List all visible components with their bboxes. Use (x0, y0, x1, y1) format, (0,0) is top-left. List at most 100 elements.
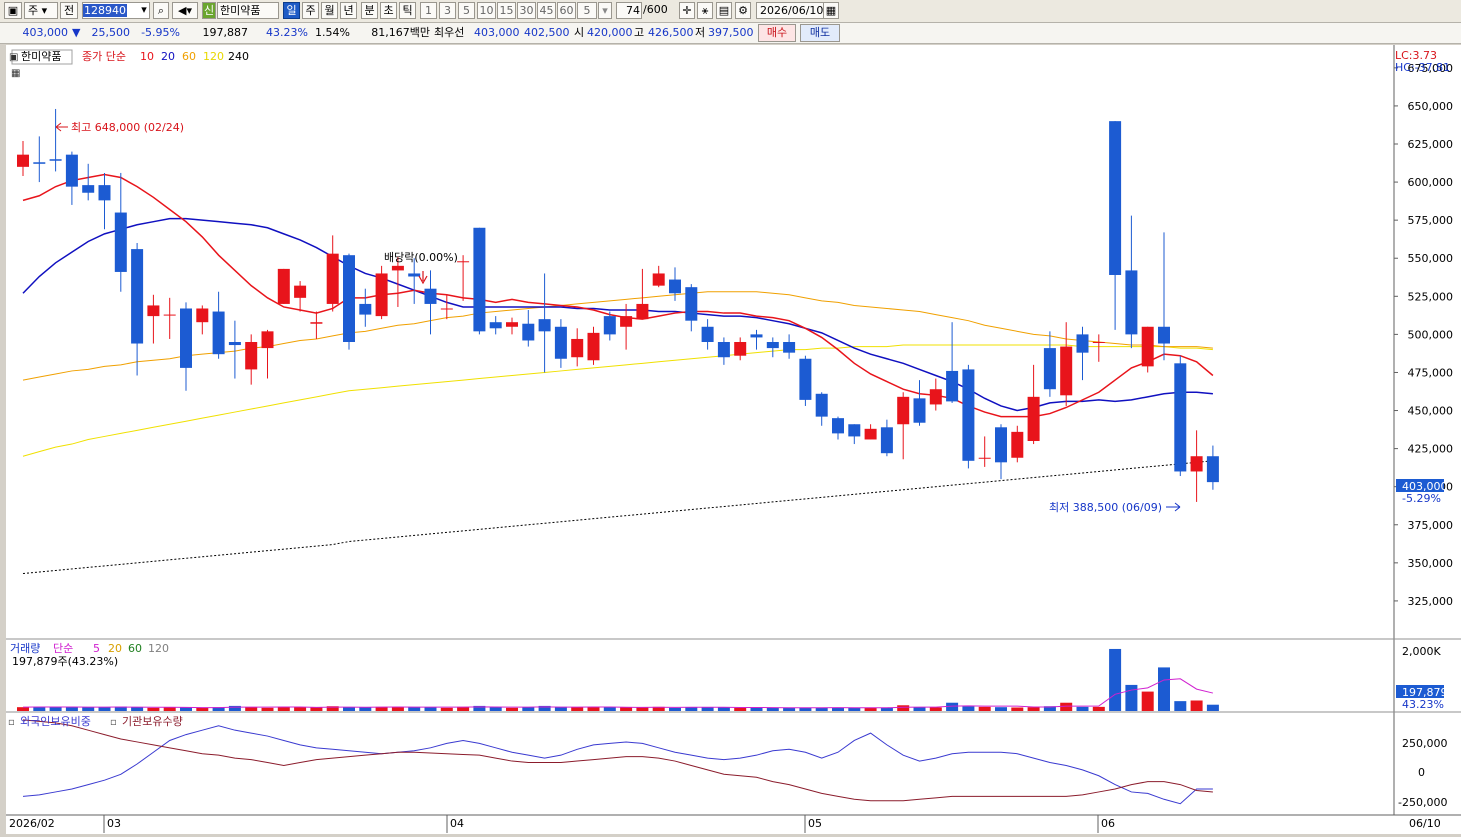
volume-bar (294, 707, 307, 711)
candle-body (65, 154, 78, 187)
pane-menu-icon[interactable]: ▣ (9, 52, 18, 63)
settings-icon[interactable]: ⚙ (735, 2, 751, 19)
tab-year[interactable]: 년 (340, 2, 357, 19)
candle-body (489, 322, 502, 329)
candle-body (212, 311, 225, 355)
period-select-label: 주 (28, 4, 39, 17)
speaker-icon[interactable]: ◀▾ (172, 2, 198, 19)
volume-bar (864, 707, 877, 711)
chart-area[interactable]: 675,000 650,000 625,000 600,000 575,000 550,0… (6, 45, 1461, 834)
buy-button[interactable]: 매수 (758, 24, 796, 42)
indicator-icon[interactable]: ⚹ (697, 2, 713, 19)
volume-bar (310, 707, 323, 711)
foreign-marker-icon: ▫ (8, 717, 15, 728)
candlestick-chart-svg[interactable]: 675,000650,000625,000600,000575,000550,0… (6, 45, 1461, 834)
minute-3[interactable]: 3 (439, 2, 456, 19)
minute-60[interactable]: 60 (557, 2, 576, 19)
candle-body (538, 319, 551, 332)
candle-body (49, 159, 62, 161)
candle-body (343, 255, 355, 342)
stock-name-field[interactable]: 한미약품 (217, 2, 279, 19)
volume-bar (962, 706, 975, 711)
candle-body (636, 303, 649, 320)
candle-body (326, 253, 339, 304)
period-select[interactable]: 주 ▾ (24, 2, 58, 19)
candle-body (457, 261, 470, 263)
volume-bar (17, 707, 29, 711)
ma-legend-120: 120 (203, 50, 224, 63)
save-icon[interactable]: ▤ (716, 2, 732, 19)
sell-button[interactable]: 매도 (800, 24, 840, 42)
tab-second[interactable]: 초 (380, 2, 397, 19)
grid-table-icon[interactable]: ▦ (11, 68, 20, 79)
volume-bar (815, 707, 828, 711)
data-count-input[interactable]: 74 (616, 2, 642, 19)
code-dropdown-icon[interactable]: ▾ (138, 2, 150, 19)
minute-10[interactable]: 10 (477, 2, 496, 19)
candle-body (408, 273, 421, 277)
volume-bar (489, 707, 502, 711)
candle-body (82, 185, 95, 193)
price-y-tick-label: 375,000 (1408, 519, 1454, 532)
calendar-icon[interactable]: ▦ (823, 2, 839, 19)
minute-45[interactable]: 45 (537, 2, 556, 19)
candle-body (196, 308, 209, 323)
x-axis-label: 04 (450, 817, 464, 830)
candle-body (848, 424, 861, 437)
candle-body (685, 287, 698, 321)
date-input[interactable]: 2026/06/10 (756, 2, 824, 19)
volume-legend-60: 60 (128, 642, 142, 655)
search-icon[interactable]: ⌕ (153, 2, 169, 19)
volume-legend-120: 120 (148, 642, 169, 655)
volume-title: 거래량 (10, 642, 40, 655)
candle-body (310, 322, 323, 324)
chart-layout-icon[interactable]: ▣ (4, 2, 22, 19)
candle-body (832, 418, 844, 434)
minute-15[interactable]: 15 (497, 2, 516, 19)
candle-body (815, 393, 828, 417)
volume-legend-20: 20 (108, 642, 122, 655)
volume-bar (180, 707, 192, 711)
minute-1[interactable]: 1 (420, 2, 437, 19)
dividend-annotation-text: 배당락(0.00%) (384, 251, 458, 264)
candle-body (750, 334, 763, 338)
candle-body (571, 338, 584, 358)
candle-body (359, 303, 372, 315)
volume-bar (391, 707, 404, 711)
volume-legend-label: 단순 (53, 642, 73, 655)
tab-month[interactable]: 월 (321, 2, 338, 19)
volume-bar (880, 707, 893, 711)
volume-bar (196, 707, 209, 711)
tab-day[interactable]: 일 (283, 2, 300, 19)
turnover-pct: 1.54% (315, 26, 350, 39)
current-pct-tag-text: -5.29% (1402, 492, 1441, 505)
low-label: 저 (695, 26, 706, 39)
quote-bar: 403,000 ▼ 25,500 -5.95% 197,887 43.23% 1… (0, 23, 1461, 44)
minute-30[interactable]: 30 (517, 2, 536, 19)
candle-body (131, 249, 144, 344)
candle-body (277, 268, 290, 304)
price-y-tick-label: 625,000 (1408, 138, 1454, 151)
candle-body (913, 398, 926, 423)
tab-week[interactable]: 주 (302, 2, 319, 19)
tick-count-input[interactable]: 5 (577, 2, 597, 19)
crosshair-icon[interactable]: ✛ (679, 2, 695, 19)
volume-bar (49, 706, 62, 711)
hc-label: HC:-37.81 (1395, 61, 1450, 74)
volume-bar (571, 707, 584, 711)
price-y-tick-label: 350,000 (1408, 557, 1454, 570)
tab-minute[interactable]: 분 (361, 2, 378, 19)
volume-bar (587, 707, 600, 711)
low-annotation: 최저 388,500 (06/09) (1049, 501, 1181, 514)
candle-body (17, 154, 29, 167)
candle-body (294, 285, 307, 298)
minute-5[interactable]: 5 (458, 2, 475, 19)
candle-body (669, 279, 681, 294)
candle-body (864, 428, 877, 440)
tab-tick[interactable]: 틱 (399, 2, 416, 19)
volume-bar (1174, 701, 1187, 711)
tick-count-dropdown-icon[interactable]: ▾ (598, 2, 612, 19)
open-label: 시 (574, 26, 585, 39)
prev-button[interactable]: 전 (60, 2, 78, 19)
volume-bar (913, 707, 926, 711)
